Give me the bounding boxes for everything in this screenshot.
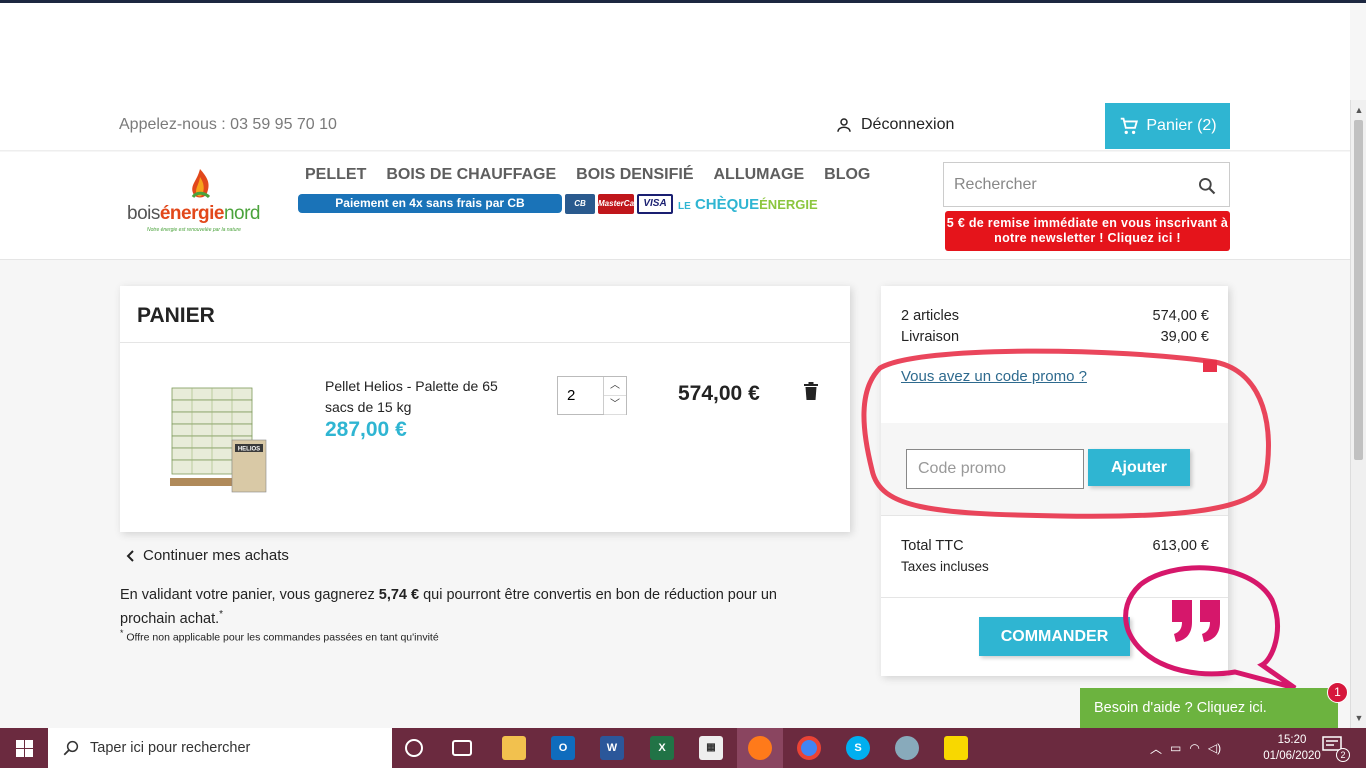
taskbar-search-placeholder: Taper ici pour rechercher: [90, 740, 251, 756]
help-notification-badge: 1: [1327, 682, 1348, 703]
visa-logo: VISA: [637, 194, 673, 214]
windows-logo-icon: [15, 739, 33, 757]
product-unit-price: 287,00 €: [325, 418, 407, 441]
clock-date: 01/06/2020: [1263, 750, 1321, 762]
word-icon[interactable]: W: [600, 736, 624, 760]
articles-value: 574,00 €: [1152, 308, 1209, 324]
summary-shipping-row: Livraison 39,00 €: [901, 329, 1209, 345]
menu-item-bois-densifie[interactable]: BOIS DENSIFIÉ: [576, 166, 693, 184]
taxes-label: Taxes incluses: [901, 559, 989, 574]
chevron-up-icon[interactable]: ︿: [604, 377, 626, 396]
line-total: 574,00 €: [678, 382, 760, 405]
logo-wordmark: boisénergienord: [127, 203, 260, 224]
cart-panel: PANIER HELIOS Pellet Helios - Palette de…: [120, 286, 850, 532]
search-icon: [63, 740, 79, 756]
menu-item-blog[interactable]: BLOG: [824, 166, 870, 184]
cheque-energie-logo: LE CHÈQUEÉNERGIE: [678, 196, 818, 213]
promo-code-form: Ajouter: [881, 423, 1228, 515]
chrome-icon[interactable]: [797, 736, 821, 760]
paint-icon[interactable]: [895, 736, 919, 760]
firefox-icon[interactable]: [748, 736, 772, 760]
menu-item-bois-de-chauffage[interactable]: BOIS DE CHAUFFAGE: [386, 166, 556, 184]
trash-icon[interactable]: [804, 382, 818, 400]
chevron-up-icon[interactable]: ︿: [1150, 740, 1162, 757]
cb-card-logo: CB: [565, 194, 595, 214]
quantity-input[interactable]: [558, 377, 604, 414]
loyalty-footnote: * Offre non applicable pour les commande…: [120, 628, 439, 644]
articles-label: 2 articles: [901, 308, 960, 324]
product-image[interactable]: HELIOS: [164, 378, 270, 496]
volume-icon[interactable]: ◁): [1208, 741, 1221, 755]
notification-count: 2: [1336, 748, 1350, 762]
summary-total-row: Total TTC 613,00 €: [901, 538, 1209, 554]
newsletter-banner[interactable]: 5 € de remise immédiate en vous inscriva…: [945, 211, 1230, 251]
outlook-icon[interactable]: O: [551, 736, 575, 760]
add-promo-button[interactable]: Ajouter: [1088, 449, 1190, 486]
help-chat-button[interactable]: Besoin d'aide ? Cliquez ici.: [1080, 688, 1338, 728]
menu-item-allumage[interactable]: ALLUMAGE: [714, 166, 805, 184]
cart-icon: [1121, 117, 1139, 135]
battery-icon[interactable]: ▭: [1170, 741, 1181, 755]
cart-button[interactable]: Panier (2): [1105, 103, 1230, 149]
menu-item-pellet[interactable]: PELLET: [305, 166, 366, 184]
task-view-icon[interactable]: [452, 740, 472, 756]
cart-title: PANIER: [137, 304, 215, 327]
file-explorer-icon[interactable]: [502, 736, 526, 760]
action-center-button[interactable]: 2: [1322, 736, 1350, 762]
page-scrollbar[interactable]: ▲ ▼: [1350, 100, 1366, 728]
skype-icon[interactable]: S: [846, 736, 870, 760]
total-label: Total TTC: [901, 538, 964, 554]
cart-label: Panier (2): [1146, 117, 1217, 134]
continue-label: Continuer mes achats: [143, 547, 289, 564]
mastercard-logo: MasterCard: [598, 194, 642, 214]
order-button[interactable]: COMMANDER: [979, 617, 1130, 656]
taskbar-clock[interactable]: 15:20 01/06/2020: [1262, 732, 1322, 764]
windows-taskbar: Taper ici pour rechercher O W X ▦ S ︿ ▭ …: [0, 728, 1366, 768]
search-input[interactable]: [944, 163, 1184, 206]
start-button[interactable]: [0, 728, 48, 768]
chevron-left-icon: [126, 549, 134, 562]
shipping-value: 39,00 €: [1160, 329, 1209, 345]
loyalty-message: En validant votre panier, vous gagnerez …: [120, 587, 777, 627]
summary-divider-2: [881, 597, 1228, 598]
sticky-notes-icon[interactable]: [944, 736, 968, 760]
main-menu: PELLET BOIS DE CHAUFFAGE BOIS DENSIFIÉ A…: [305, 166, 870, 184]
clock-time: 15:20: [1277, 734, 1307, 746]
user-icon: [837, 118, 851, 132]
wifi-icon[interactable]: ◠: [1189, 741, 1199, 755]
cart-summary: 2 articles 574,00 € Livraison 39,00 € Vo…: [881, 286, 1228, 676]
summary-divider: [881, 515, 1228, 516]
continue-shopping-link[interactable]: Continuer mes achats: [125, 547, 289, 564]
cart-divider: [120, 342, 850, 343]
logout-label: Déconnexion: [861, 116, 955, 133]
flame-logo-icon: [191, 169, 211, 199]
system-tray: ︿ ▭ ◠ ◁): [1150, 728, 1221, 768]
scroll-up-icon[interactable]: ▲: [1351, 102, 1366, 118]
product-name[interactable]: Pellet Helios - Palette de 65 sacs de 15…: [325, 376, 525, 418]
scroll-thumb[interactable]: [1354, 120, 1363, 460]
calculator-icon[interactable]: ▦: [699, 736, 723, 760]
site-logo[interactable]: boisénergienord Notre énergie est renouv…: [127, 165, 275, 237]
promo-code-input[interactable]: [906, 449, 1084, 489]
cortana-icon[interactable]: [405, 739, 423, 757]
logout-link[interactable]: Déconnexion: [835, 116, 954, 134]
chevron-down-icon[interactable]: ﹀: [604, 396, 626, 415]
summary-articles-row: 2 articles 574,00 €: [901, 308, 1209, 324]
scroll-down-icon[interactable]: ▼: [1351, 710, 1366, 726]
payment-banner: Paiement en 4x sans frais par CB: [298, 194, 562, 213]
promo-code-link[interactable]: Vous avez un code promo ?: [901, 368, 1087, 385]
quantity-stepper: ︿ ﹀: [557, 376, 627, 415]
search-box: [943, 162, 1230, 207]
contact-phone: Appelez-nous : 03 59 95 70 10: [119, 116, 337, 133]
total-value: 613,00 €: [1152, 538, 1209, 554]
excel-icon[interactable]: X: [650, 736, 674, 760]
shipping-label: Livraison: [901, 329, 960, 345]
bag-label: HELIOS: [238, 447, 260, 453]
page-top-blank: [0, 3, 1350, 103]
summary-taxes-row: Taxes incluses: [901, 559, 1209, 574]
taskbar-search[interactable]: Taper ici pour rechercher: [48, 728, 392, 768]
logo-tagline: Notre énergie est renouvelée par la natu…: [147, 227, 241, 233]
search-icon[interactable]: [1197, 176, 1217, 196]
